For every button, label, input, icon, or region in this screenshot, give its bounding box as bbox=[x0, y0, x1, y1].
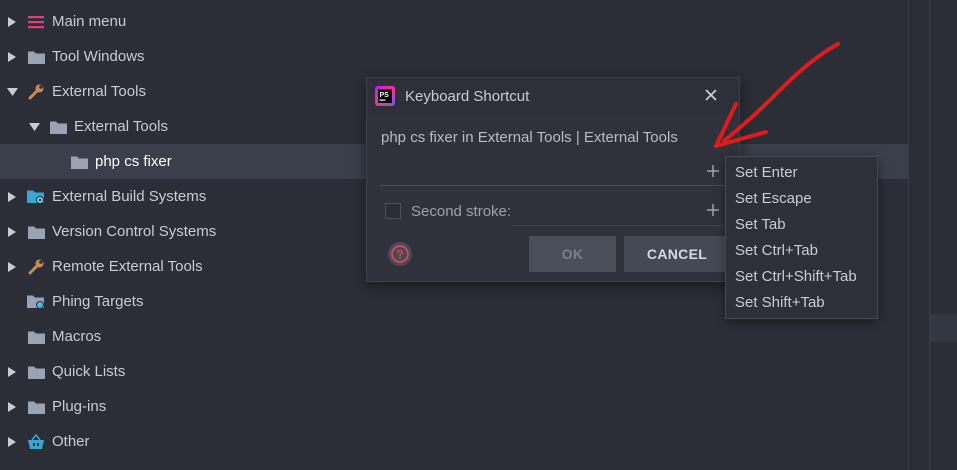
second-stroke-field[interactable] bbox=[512, 198, 725, 226]
basket-icon bbox=[27, 433, 45, 451]
divider bbox=[908, 0, 909, 470]
folder-icon bbox=[27, 328, 45, 346]
build-folder-icon bbox=[27, 188, 45, 206]
add-second-stroke-plus-icon[interactable] bbox=[705, 202, 721, 218]
second-stroke-label: Second stroke: bbox=[411, 202, 512, 220]
tree-item-label: External Tools bbox=[52, 83, 146, 100]
menu-icon bbox=[27, 13, 45, 31]
svg-text:PS: PS bbox=[380, 92, 390, 99]
expand-arrow-icon[interactable] bbox=[6, 366, 18, 378]
tree-item-label: Remote External Tools bbox=[52, 258, 203, 275]
folder-icon bbox=[70, 153, 88, 171]
second-stroke-checkbox[interactable] bbox=[385, 203, 401, 219]
dialog-title: Keyboard Shortcut bbox=[405, 88, 530, 105]
divider bbox=[929, 0, 930, 470]
phing-folder-icon bbox=[27, 293, 45, 311]
tree-item-other[interactable]: Other bbox=[0, 424, 908, 459]
folder-icon bbox=[27, 223, 45, 241]
tree-item-macros[interactable]: Macros bbox=[0, 319, 908, 354]
expand-arrow-icon[interactable] bbox=[6, 16, 18, 28]
collapse-arrow-icon[interactable] bbox=[6, 86, 18, 98]
tree-item-label: External Build Systems bbox=[52, 188, 207, 205]
wrench-icon bbox=[27, 83, 45, 101]
folder-icon bbox=[49, 118, 67, 136]
tree-item-label: Main menu bbox=[52, 13, 127, 30]
phpstorm-icon: PS bbox=[375, 86, 395, 106]
tree-item-label: External Tools bbox=[74, 118, 168, 135]
tree-item-label: Tool Windows bbox=[52, 48, 145, 65]
folder-icon bbox=[27, 363, 45, 381]
shortcut-preset-menu: Set Enter Set Escape Set Tab Set Ctrl+Ta… bbox=[725, 156, 878, 319]
folder-icon bbox=[27, 48, 45, 66]
tree-item-quick-lists[interactable]: Quick Lists bbox=[0, 354, 908, 389]
menu-item-set-ctrl-tab[interactable]: Set Ctrl+Tab bbox=[735, 242, 818, 264]
second-stroke-row: Second stroke: bbox=[385, 200, 511, 222]
wrench-icon bbox=[27, 258, 45, 276]
tree-item-main-menu[interactable]: Main menu bbox=[0, 4, 908, 39]
tree-item-label: Plug-ins bbox=[52, 398, 107, 415]
expand-arrow-icon[interactable] bbox=[6, 436, 18, 448]
tree-item-label: Other bbox=[52, 433, 90, 450]
collapse-arrow-icon[interactable] bbox=[28, 121, 40, 133]
menu-item-set-ctrl-shift-tab[interactable]: Set Ctrl+Shift+Tab bbox=[735, 268, 857, 290]
tree-item-label: php cs fixer bbox=[95, 153, 172, 170]
tree-item-tool-windows[interactable]: Tool Windows bbox=[0, 39, 908, 74]
ok-button[interactable]: OK bbox=[529, 236, 616, 272]
tree-item-label: Macros bbox=[52, 328, 102, 345]
cancel-button[interactable]: CANCEL bbox=[624, 236, 730, 272]
help-icon[interactable]: ? bbox=[387, 241, 413, 267]
menu-item-set-tab[interactable]: Set Tab bbox=[735, 216, 786, 238]
expand-arrow-icon[interactable] bbox=[6, 226, 18, 238]
menu-item-set-enter[interactable]: Set Enter bbox=[735, 164, 798, 186]
first-stroke-field[interactable] bbox=[380, 158, 725, 186]
tree-item-label: Quick Lists bbox=[52, 363, 126, 380]
expand-arrow-icon[interactable] bbox=[6, 191, 18, 203]
tree-item-label: Version Control Systems bbox=[52, 223, 217, 240]
expand-arrow-icon[interactable] bbox=[6, 261, 18, 273]
svg-text:?: ? bbox=[397, 248, 404, 262]
folder-icon bbox=[27, 398, 45, 416]
menu-item-set-shift-tab[interactable]: Set Shift+Tab bbox=[735, 294, 825, 316]
menu-item-set-escape[interactable]: Set Escape bbox=[735, 190, 812, 212]
tree-item-plug-ins[interactable]: Plug-ins bbox=[0, 389, 908, 424]
expand-arrow-icon[interactable] bbox=[6, 401, 18, 413]
add-shortcut-plus-icon[interactable] bbox=[705, 163, 721, 179]
right-gutter bbox=[908, 0, 957, 470]
keyboard-shortcut-dialog: PS Keyboard Shortcut php cs fixer in Ext… bbox=[366, 77, 740, 282]
dialog-header[interactable]: PS Keyboard Shortcut bbox=[367, 78, 739, 114]
expand-arrow-icon[interactable] bbox=[6, 51, 18, 63]
shortcut-description: php cs fixer in External Tools | Externa… bbox=[381, 129, 678, 146]
tree-item-label: Phing Targets bbox=[52, 293, 144, 310]
close-icon[interactable] bbox=[703, 87, 719, 103]
scroll-marker bbox=[930, 314, 957, 342]
